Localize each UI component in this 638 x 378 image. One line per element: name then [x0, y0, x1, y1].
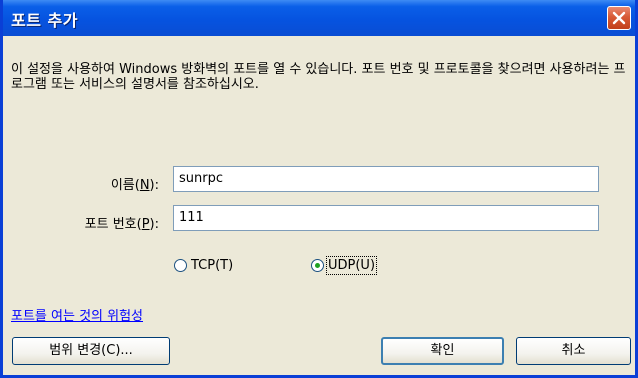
udp-radio-circle[interactable]	[311, 259, 324, 272]
name-field[interactable]: sunrpc	[173, 166, 599, 192]
port-number-label: 포트 번호(P):	[84, 217, 159, 232]
tcp-radio[interactable]: TCP(T)	[174, 258, 233, 273]
ok-button[interactable]: 확인	[381, 337, 504, 365]
add-port-dialog: 포트 추가 이 설정을 사용하여 Windows 방화벽의 포트를 열 수 있습…	[0, 0, 638, 378]
tcp-radio-label: TCP(T)	[191, 258, 234, 273]
title-bar[interactable]: 포트 추가	[3, 0, 635, 36]
port-number-field[interactable]: 111	[173, 205, 599, 231]
name-label: 이름(N):	[110, 178, 159, 193]
dialog-title: 포트 추가	[11, 11, 78, 30]
close-button[interactable]	[607, 6, 631, 30]
close-icon	[612, 11, 626, 25]
udp-radio[interactable]: UDP(U)	[311, 256, 378, 275]
change-scope-button[interactable]: 범위 변경(C)...	[12, 337, 170, 365]
udp-radio-label: UDP(U)	[325, 256, 378, 275]
description-text: 이 설정을 사용하여 Windows 방화벽의 포트를 열 수 있습니다. 포트…	[11, 62, 626, 92]
tcp-radio-circle[interactable]	[174, 259, 187, 272]
cancel-button[interactable]: 취소	[516, 337, 631, 365]
port-risk-link[interactable]: 포트를 여는 것의 위험성	[11, 305, 143, 324]
